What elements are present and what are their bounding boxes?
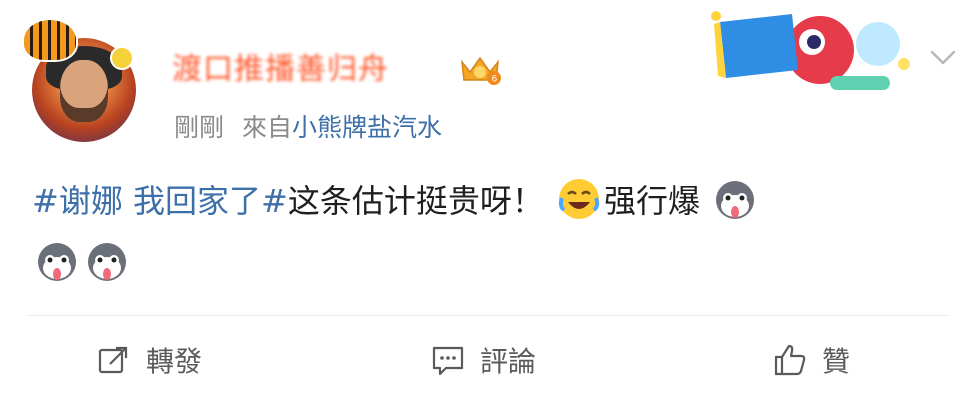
vip-level-6-crown-icon[interactable]: 6 [458,52,502,86]
laughing-crying-emoji-icon [558,179,600,219]
svg-text:6: 6 [492,75,498,85]
repost-button[interactable]: 轉發 [96,340,202,380]
source-link[interactable]: 小熊牌盐汽水 [292,113,442,142]
tiger-ornament-icon [22,18,78,62]
chevron-down-icon[interactable] [926,40,960,74]
national-day-mascot-card-icon[interactable] [700,0,920,100]
husky-dog-emoji-icon [88,243,126,281]
comment-label: 評論 [480,345,537,378]
source-from-label: 來自 [242,113,293,142]
comment-icon [432,346,464,376]
husky-dog-emoji-icon [38,243,76,281]
post-tail-text: 强行爆 [604,182,701,220]
repost-icon [98,346,128,374]
like-label: 贊 [822,345,851,378]
comment-button[interactable]: 評論 [430,340,536,380]
husky-dog-emoji-icon [716,181,755,219]
username[interactable]: 渡口推播善归舟 [172,44,389,87]
user-avatar[interactable] [22,18,140,142]
post-source: 來自小熊牌盐汽水 [242,108,442,144]
post-body-text: 这条估计挺贵呀！ [287,182,544,220]
thumbs-up-icon [774,344,806,376]
avatar-badge-icon [110,46,134,70]
like-button[interactable]: 贊 [772,340,850,380]
topic-link[interactable]: #谢娜 我回家了# [32,182,288,220]
divider [28,315,949,316]
post-meta: 剛剛 來自小熊牌盐汽水 [174,108,442,144]
repost-label: 轉發 [146,345,203,378]
post-time: 剛剛 [174,113,225,142]
post-text: #谢娜 我回家了#这条估计挺贵呀！ 强行爆 [32,170,952,294]
